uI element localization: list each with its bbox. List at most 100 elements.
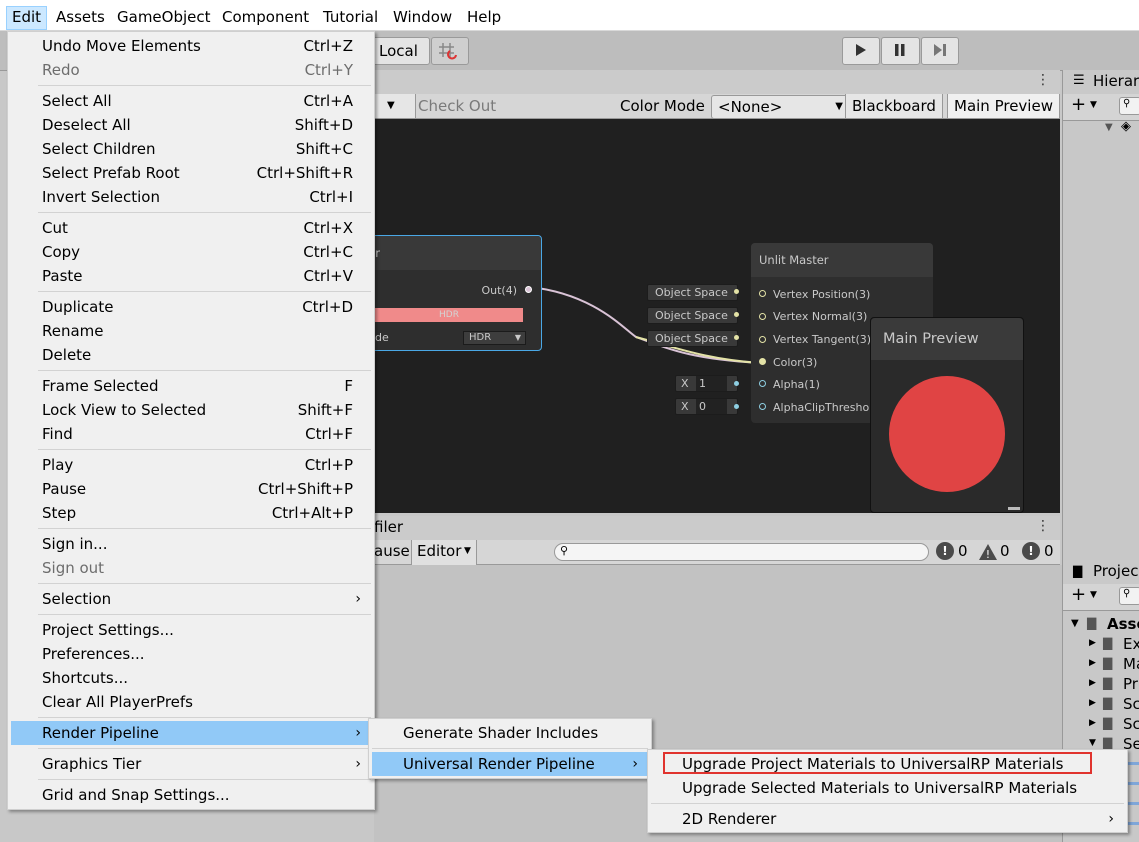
play-button[interactable] [842, 37, 880, 65]
port-dot[interactable] [759, 290, 766, 297]
chevron-right-icon[interactable]: ▶ [1089, 718, 1096, 728]
menu-gameobject[interactable]: GameObject [112, 6, 216, 28]
menu-item-clear-all-playerprefs[interactable]: Clear All PlayerPrefs [11, 690, 371, 714]
folder-item[interactable]: Sc [1123, 715, 1139, 733]
menu-item-delete[interactable]: Delete [11, 343, 371, 367]
menu-edit[interactable]: Edit [6, 6, 48, 30]
editor-dropdown[interactable]: Editor ▼ [411, 540, 477, 565]
menu-item-duplicate[interactable]: Duplicate Ctrl+D [11, 295, 371, 319]
menu-item-play[interactable]: Play Ctrl+P [11, 453, 371, 477]
main-preview-toggle[interactable]: Main Preview [947, 94, 1060, 118]
menu-item-pause[interactable]: Pause Ctrl+Shift+P [11, 477, 371, 501]
folder-item[interactable]: Ex [1123, 635, 1139, 653]
color-mode-select[interactable]: <None> ▼ [711, 95, 850, 119]
menu-item-upgrade-selected-materials-to-universalrp-materials[interactable]: Upgrade Selected Materials to UniversalR… [651, 776, 1124, 800]
resize-handle[interactable] [1008, 507, 1020, 510]
chevron-right-icon[interactable]: ▶ [1089, 658, 1096, 668]
alpha-clip-value[interactable]: 0 [696, 399, 727, 414]
kebab-menu-icon[interactable]: ⋮ [1036, 72, 1050, 88]
color-node[interactable]: lor Out(4) HDR de HDR ▼ [374, 235, 542, 351]
menu-item-deselect-all[interactable]: Deselect All Shift+D [11, 113, 371, 137]
assets-folder[interactable]: Asse [1107, 615, 1139, 633]
menu-item-copy[interactable]: Copy Ctrl+C [11, 240, 371, 264]
space-chip-normal[interactable]: Object Space [647, 307, 738, 324]
menu-item-invert-selection[interactable]: Invert Selection Ctrl+I [11, 185, 371, 209]
chevron-down-icon[interactable]: ▼ [1071, 618, 1079, 629]
add-icon[interactable]: + [1071, 584, 1086, 605]
profiler-search-input[interactable]: ⚲ [554, 543, 929, 561]
search-icon[interactable]: ⚲ [1119, 97, 1139, 115]
port-dot[interactable] [759, 380, 766, 387]
check-out-button[interactable]: Check Out [412, 94, 502, 118]
menu-window[interactable]: Window [388, 6, 457, 28]
space-chip-position[interactable]: Object Space [647, 284, 738, 301]
menu-tutorial[interactable]: Tutorial [318, 6, 383, 28]
port-dot[interactable] [759, 313, 766, 320]
menu-item-render-pipeline[interactable]: Render Pipeline › [11, 721, 371, 745]
grid-snap-button[interactable] [431, 37, 469, 65]
menu-item-find[interactable]: Find Ctrl+F [11, 422, 371, 446]
menu-item-universal-render-pipeline[interactable]: Universal Render Pipeline › [372, 752, 648, 776]
step-button[interactable] [921, 37, 959, 65]
menu-item-select-children[interactable]: Select Children Shift+C [11, 137, 371, 161]
menu-item-paste[interactable]: Paste Ctrl+V [11, 264, 371, 288]
menu-item-grid-and-snap-settings[interactable]: Grid and Snap Settings... [11, 783, 371, 807]
info-icon[interactable]: ! [1022, 542, 1040, 560]
alpha-value[interactable]: 1 [696, 376, 727, 391]
chevron-down-icon[interactable]: ▼ [1089, 738, 1096, 748]
menu-item-step[interactable]: Step Ctrl+Alt+P [11, 501, 371, 525]
save-dropdown[interactable]: ▼ [374, 94, 416, 118]
menu-item-selection[interactable]: Selection › [11, 587, 371, 611]
menu-item-lock-view-to-selected[interactable]: Lock View to Selected Shift+F [11, 398, 371, 422]
menu-item-sign-in[interactable]: Sign in... [11, 532, 371, 556]
menu-item-cut[interactable]: Cut Ctrl+X [11, 216, 371, 240]
mode-select[interactable]: HDR ▼ [463, 331, 526, 345]
menu-item-shortcuts[interactable]: Shortcuts... [11, 666, 371, 690]
warning-icon[interactable]: ! [978, 543, 998, 561]
chevron-down-icon[interactable]: ▼ [1105, 122, 1113, 133]
menu-item-select-all[interactable]: Select All Ctrl+A [11, 89, 371, 113]
menu-item-frame-selected[interactable]: Frame Selected F [11, 374, 371, 398]
search-icon[interactable]: ⚲ [1119, 587, 1139, 605]
blackboard-toggle[interactable]: Blackboard [845, 94, 943, 118]
add-icon[interactable]: + [1071, 94, 1086, 115]
chevron-right-icon[interactable]: ▶ [1089, 698, 1096, 708]
chevron-down-icon[interactable]: ▼ [1090, 590, 1097, 600]
kebab-menu-icon[interactable]: ⋮ [1036, 518, 1050, 534]
menu-assets[interactable]: Assets [51, 6, 110, 28]
chevron-right-icon[interactable]: ▶ [1089, 638, 1096, 648]
port-dot[interactable] [759, 403, 766, 410]
chevron-down-icon[interactable]: ▼ [1090, 100, 1097, 110]
menu-item-label: Graphics Tier [42, 755, 142, 773]
menu-item-select-prefab-root[interactable]: Select Prefab Root Ctrl+Shift+R [11, 161, 371, 185]
folder-icon: ▇ [1103, 656, 1113, 670]
port-dot[interactable] [759, 336, 766, 343]
menu-item-graphics-tier[interactable]: Graphics Tier › [11, 752, 371, 776]
graph-canvas[interactable]: lor Out(4) HDR de HDR ▼ Object Space Obj… [374, 119, 1060, 513]
chevron-right-icon[interactable]: ▶ [1089, 678, 1096, 688]
pause-toggle[interactable]: ause [374, 542, 410, 560]
render-pipeline-submenu: Generate Shader Includes Universal Render… [368, 718, 652, 779]
menu-item-project-settings[interactable]: Project Settings... [11, 618, 371, 642]
menu-item-2d-renderer[interactable]: 2D Renderer › [651, 807, 1124, 831]
port-vertex-normal: Vertex Normal(3) [773, 310, 868, 323]
menu-item-rename[interactable]: Rename [11, 319, 371, 343]
menu-help[interactable]: Help [462, 6, 506, 28]
main-preview-panel[interactable]: Main Preview [870, 317, 1024, 513]
error-icon[interactable]: ! [936, 542, 954, 560]
pause-button[interactable] [881, 37, 920, 65]
menu-item-undo-move-elements[interactable]: Undo Move Elements Ctrl+Z [11, 34, 371, 58]
color-swatch[interactable]: HDR [375, 308, 523, 322]
menu-item-preferences[interactable]: Preferences... [11, 642, 371, 666]
folder-item[interactable]: Pr [1123, 675, 1138, 693]
menu-item-generate-shader-includes[interactable]: Generate Shader Includes [372, 721, 648, 745]
port-dot[interactable] [759, 358, 766, 365]
out-port-dot[interactable] [525, 286, 532, 293]
space-chip-tangent[interactable]: Object Space [647, 330, 738, 347]
alpha-clip-value-chip[interactable]: X 0 [675, 398, 738, 415]
alpha-value-chip[interactable]: X 1 [675, 375, 738, 392]
folder-item[interactable]: Ma [1123, 655, 1139, 673]
pivot-local-toggle[interactable]: Local [372, 37, 430, 65]
folder-item[interactable]: Sc [1123, 695, 1139, 713]
menu-component[interactable]: Component [217, 6, 314, 28]
